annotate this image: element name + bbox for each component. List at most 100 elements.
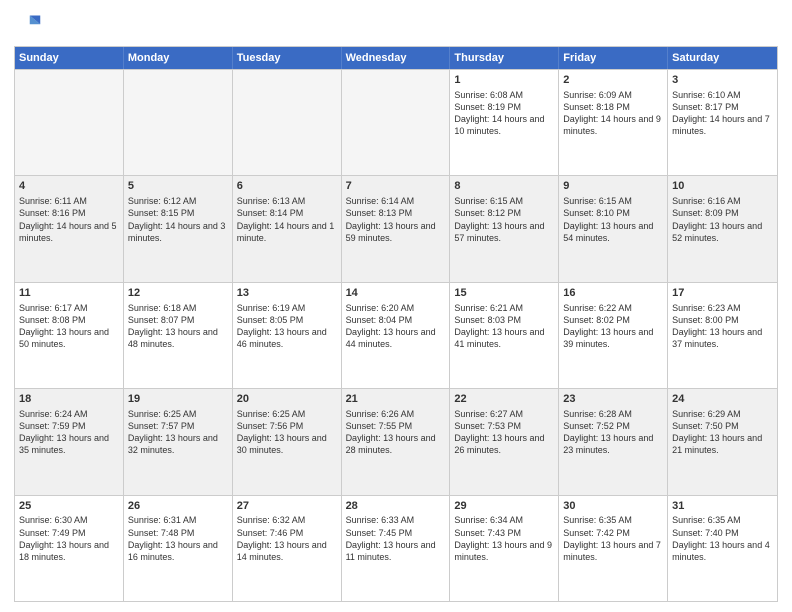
day-number: 11	[19, 286, 119, 301]
calendar-cell	[342, 70, 451, 175]
day-number: 31	[672, 499, 773, 514]
day-info: Daylight: 13 hours and 28 minutes.	[346, 432, 446, 456]
calendar-cell: 19Sunrise: 6:25 AMSunset: 7:57 PMDayligh…	[124, 389, 233, 494]
day-number: 17	[672, 286, 773, 301]
calendar-cell: 12Sunrise: 6:18 AMSunset: 8:07 PMDayligh…	[124, 283, 233, 388]
day-info: Sunset: 8:10 PM	[563, 207, 663, 219]
day-info: Sunset: 8:07 PM	[128, 314, 228, 326]
calendar-cell: 28Sunrise: 6:33 AMSunset: 7:45 PMDayligh…	[342, 496, 451, 601]
calendar-cell: 26Sunrise: 6:31 AMSunset: 7:48 PMDayligh…	[124, 496, 233, 601]
calendar-cell: 8Sunrise: 6:15 AMSunset: 8:12 PMDaylight…	[450, 176, 559, 281]
header-cell-sunday: Sunday	[15, 47, 124, 69]
calendar-cell	[124, 70, 233, 175]
day-number: 13	[237, 286, 337, 301]
day-info: Daylight: 13 hours and 32 minutes.	[128, 432, 228, 456]
day-info: Sunrise: 6:32 AM	[237, 514, 337, 526]
day-info: Sunset: 7:45 PM	[346, 527, 446, 539]
day-info: Sunset: 8:14 PM	[237, 207, 337, 219]
day-info: Sunrise: 6:33 AM	[346, 514, 446, 526]
day-info: Daylight: 14 hours and 7 minutes.	[672, 113, 773, 137]
day-number: 28	[346, 499, 446, 514]
day-info: Sunrise: 6:28 AM	[563, 408, 663, 420]
day-info: Sunrise: 6:35 AM	[672, 514, 773, 526]
day-info: Daylight: 13 hours and 37 minutes.	[672, 326, 773, 350]
day-info: Sunrise: 6:30 AM	[19, 514, 119, 526]
calendar-cell: 1Sunrise: 6:08 AMSunset: 8:19 PMDaylight…	[450, 70, 559, 175]
calendar-cell: 24Sunrise: 6:29 AMSunset: 7:50 PMDayligh…	[668, 389, 777, 494]
calendar-cell: 20Sunrise: 6:25 AMSunset: 7:56 PMDayligh…	[233, 389, 342, 494]
calendar-row: 1Sunrise: 6:08 AMSunset: 8:19 PMDaylight…	[15, 69, 777, 175]
day-info: Daylight: 13 hours and 26 minutes.	[454, 432, 554, 456]
day-number: 21	[346, 392, 446, 407]
day-number: 6	[237, 179, 337, 194]
calendar-cell: 27Sunrise: 6:32 AMSunset: 7:46 PMDayligh…	[233, 496, 342, 601]
day-info: Sunset: 7:43 PM	[454, 527, 554, 539]
day-info: Daylight: 13 hours and 57 minutes.	[454, 220, 554, 244]
day-info: Sunrise: 6:24 AM	[19, 408, 119, 420]
day-info: Sunrise: 6:29 AM	[672, 408, 773, 420]
day-info: Daylight: 13 hours and 39 minutes.	[563, 326, 663, 350]
day-info: Sunset: 8:17 PM	[672, 101, 773, 113]
calendar-cell: 25Sunrise: 6:30 AMSunset: 7:49 PMDayligh…	[15, 496, 124, 601]
day-info: Sunset: 7:57 PM	[128, 420, 228, 432]
day-number: 7	[346, 179, 446, 194]
calendar-cell: 17Sunrise: 6:23 AMSunset: 8:00 PMDayligh…	[668, 283, 777, 388]
calendar-cell: 9Sunrise: 6:15 AMSunset: 8:10 PMDaylight…	[559, 176, 668, 281]
calendar-cell: 7Sunrise: 6:14 AMSunset: 8:13 PMDaylight…	[342, 176, 451, 281]
day-info: Sunset: 8:19 PM	[454, 101, 554, 113]
day-info: Daylight: 14 hours and 9 minutes.	[563, 113, 663, 137]
calendar-body: 1Sunrise: 6:08 AMSunset: 8:19 PMDaylight…	[15, 69, 777, 601]
day-info: Sunset: 7:59 PM	[19, 420, 119, 432]
day-info: Sunrise: 6:34 AM	[454, 514, 554, 526]
day-info: Sunset: 8:05 PM	[237, 314, 337, 326]
day-number: 9	[563, 179, 663, 194]
day-info: Sunrise: 6:23 AM	[672, 302, 773, 314]
day-info: Sunset: 8:13 PM	[346, 207, 446, 219]
page: SundayMondayTuesdayWednesdayThursdayFrid…	[0, 0, 792, 612]
logo	[14, 12, 46, 40]
day-info: Daylight: 13 hours and 14 minutes.	[237, 539, 337, 563]
day-number: 24	[672, 392, 773, 407]
day-number: 19	[128, 392, 228, 407]
day-info: Sunrise: 6:25 AM	[237, 408, 337, 420]
day-info: Daylight: 13 hours and 7 minutes.	[563, 539, 663, 563]
calendar-row: 25Sunrise: 6:30 AMSunset: 7:49 PMDayligh…	[15, 495, 777, 601]
day-info: Sunrise: 6:35 AM	[563, 514, 663, 526]
calendar-cell: 13Sunrise: 6:19 AMSunset: 8:05 PMDayligh…	[233, 283, 342, 388]
calendar-row: 11Sunrise: 6:17 AMSunset: 8:08 PMDayligh…	[15, 282, 777, 388]
day-info: Daylight: 14 hours and 1 minute.	[237, 220, 337, 244]
calendar-header: SundayMondayTuesdayWednesdayThursdayFrid…	[15, 47, 777, 69]
day-info: Daylight: 13 hours and 23 minutes.	[563, 432, 663, 456]
day-info: Daylight: 13 hours and 50 minutes.	[19, 326, 119, 350]
day-info: Sunrise: 6:11 AM	[19, 195, 119, 207]
day-info: Sunrise: 6:22 AM	[563, 302, 663, 314]
calendar-cell: 22Sunrise: 6:27 AMSunset: 7:53 PMDayligh…	[450, 389, 559, 494]
day-number: 10	[672, 179, 773, 194]
header-cell-tuesday: Tuesday	[233, 47, 342, 69]
day-info: Sunrise: 6:27 AM	[454, 408, 554, 420]
calendar-row: 4Sunrise: 6:11 AMSunset: 8:16 PMDaylight…	[15, 175, 777, 281]
day-info: Daylight: 13 hours and 4 minutes.	[672, 539, 773, 563]
day-info: Sunrise: 6:19 AM	[237, 302, 337, 314]
day-number: 14	[346, 286, 446, 301]
day-info: Sunset: 8:03 PM	[454, 314, 554, 326]
day-number: 15	[454, 286, 554, 301]
day-info: Sunrise: 6:31 AM	[128, 514, 228, 526]
day-info: Sunrise: 6:15 AM	[563, 195, 663, 207]
day-info: Sunset: 8:15 PM	[128, 207, 228, 219]
day-number: 25	[19, 499, 119, 514]
calendar: SundayMondayTuesdayWednesdayThursdayFrid…	[14, 46, 778, 602]
header-cell-thursday: Thursday	[450, 47, 559, 69]
calendar-cell: 3Sunrise: 6:10 AMSunset: 8:17 PMDaylight…	[668, 70, 777, 175]
day-info: Sunrise: 6:14 AM	[346, 195, 446, 207]
day-info: Sunset: 7:53 PM	[454, 420, 554, 432]
day-info: Daylight: 13 hours and 48 minutes.	[128, 326, 228, 350]
calendar-cell: 10Sunrise: 6:16 AMSunset: 8:09 PMDayligh…	[668, 176, 777, 281]
day-info: Sunset: 8:08 PM	[19, 314, 119, 326]
day-info: Sunset: 8:16 PM	[19, 207, 119, 219]
calendar-cell: 29Sunrise: 6:34 AMSunset: 7:43 PMDayligh…	[450, 496, 559, 601]
day-info: Sunset: 7:46 PM	[237, 527, 337, 539]
day-number: 3	[672, 73, 773, 88]
day-info: Sunrise: 6:12 AM	[128, 195, 228, 207]
day-info: Daylight: 13 hours and 18 minutes.	[19, 539, 119, 563]
